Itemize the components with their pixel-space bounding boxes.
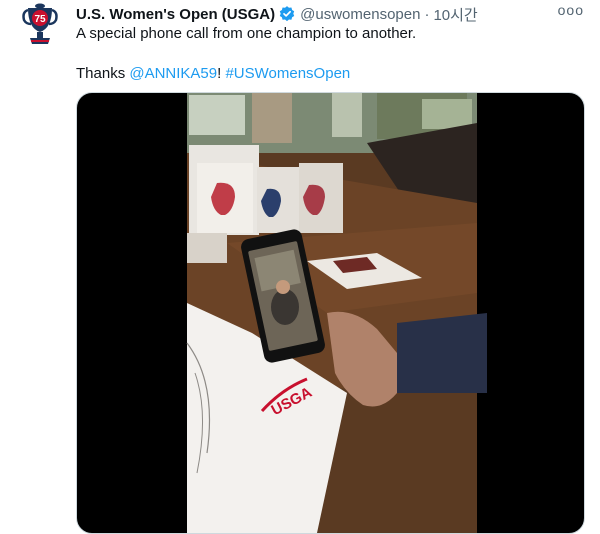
mention-link[interactable]: @ANNIKA59 (129, 65, 217, 82)
svg-text:75: 75 (34, 14, 46, 25)
tweet: 75 U.S. Women's Open (USGA) @uswomensope… (0, 0, 600, 534)
thanks-text: Thanks (76, 65, 130, 82)
tweet-text-thanks: Thanks @ANNIKA59! #USWomensOpen (76, 64, 350, 84)
trophy-logo-75-icon: 75 (22, 3, 58, 44)
timestamp[interactable]: 10시간 (433, 4, 477, 25)
tweet-text: A special phone call from one champion t… (76, 25, 417, 42)
avatar[interactable]: 75 (16, 0, 64, 48)
display-name[interactable]: U.S. Women's Open (USGA) (76, 6, 275, 23)
separator-dot: · (424, 5, 430, 23)
more-options-icon[interactable]: ooo (558, 2, 584, 18)
video-frame (186, 93, 487, 533)
verified-badge-icon (278, 5, 296, 23)
tweet-header: U.S. Women's Open (USGA) @uswomensopen ·… (76, 4, 590, 24)
hashtag-link[interactable]: #USWomensOpen (225, 65, 350, 82)
video-player[interactable]: USGA (76, 92, 585, 534)
user-handle[interactable]: @uswomensopen (300, 6, 420, 23)
